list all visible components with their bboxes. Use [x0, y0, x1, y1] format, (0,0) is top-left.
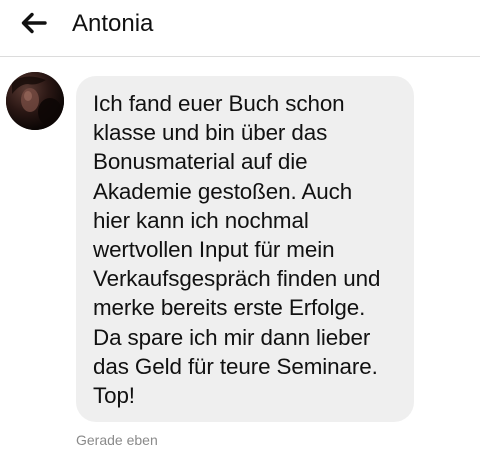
contact-name: Antonia	[72, 10, 154, 37]
message-bubble[interactable]: Ich fand euer Buch schon klasse und bin …	[76, 76, 414, 422]
message-text: Ich fand euer Buch schon klasse und bin …	[93, 91, 381, 409]
chat-screen: Antonia Ich fand euer Buch schon klasse …	[0, 0, 480, 462]
message-timestamp: Gerade eben	[76, 432, 158, 448]
avatar[interactable]	[6, 72, 64, 130]
arrow-left-icon	[18, 9, 52, 39]
back-button[interactable]	[18, 9, 52, 39]
chat-header: Antonia	[0, 0, 480, 57]
